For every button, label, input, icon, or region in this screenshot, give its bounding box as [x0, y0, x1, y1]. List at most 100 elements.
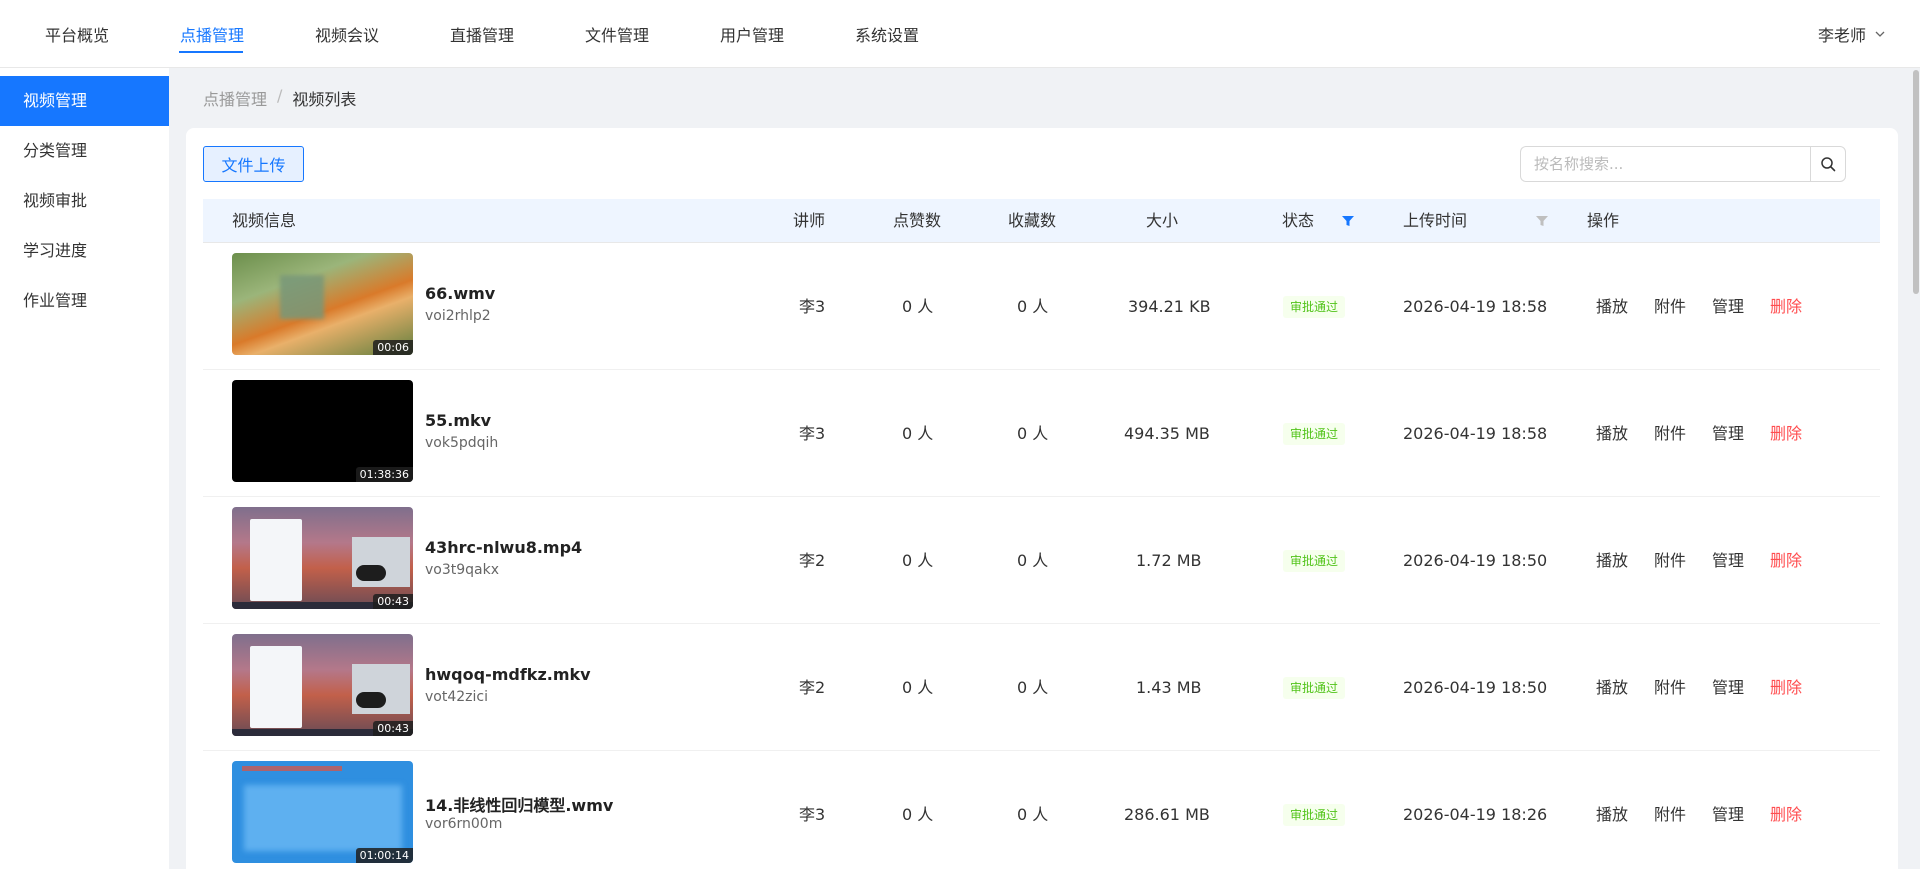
upload-time-cell: 2026-04-19 18:50 [1403, 551, 1548, 570]
car-shape [356, 692, 386, 708]
video-duration: 01:00:14 [355, 848, 413, 863]
status-badge: 审批通过 [1283, 296, 1346, 318]
video-id: vok5pdqih [425, 435, 499, 451]
table-row: 01:00:14 14.非线性回归模型.wmv vor6rn00m 李3 0 人… [203, 751, 1880, 869]
video-id: vor6rn00m [425, 816, 503, 832]
attachment-button[interactable]: 附件 [1654, 370, 1686, 497]
video-name: 66.wmv [425, 284, 496, 303]
play-button[interactable]: 播放 [1596, 497, 1628, 624]
video-name: 14.非线性回归模型.wmv [425, 796, 614, 815]
delete-button[interactable]: 删除 [1770, 370, 1802, 497]
table-row: 00:43 43hrc-nlwu8.mp4 vo3t9qakx 李2 0 人 0… [203, 497, 1880, 624]
nav-item-meeting[interactable]: 视频会议 [314, 0, 449, 68]
nav-item-users[interactable]: 用户管理 [719, 0, 854, 68]
delete-button[interactable]: 删除 [1770, 243, 1802, 370]
sidebar-item-homework[interactable]: 作业管理 [0, 276, 169, 326]
breadcrumb-parent[interactable]: 点播管理 [203, 86, 267, 110]
screen-window [250, 519, 302, 601]
upload-time-cell: 2026-04-19 18:58 [1403, 297, 1548, 316]
manage-button[interactable]: 管理 [1712, 497, 1744, 624]
header-video-info: 视频信息 [232, 211, 297, 230]
upload-file-button[interactable]: 文件上传 [203, 146, 304, 182]
attachment-button[interactable]: 附件 [1654, 751, 1686, 869]
scrollbar-thumb[interactable] [1913, 70, 1919, 294]
manage-button[interactable]: 管理 [1712, 370, 1744, 497]
delete-button[interactable]: 删除 [1770, 497, 1802, 624]
play-button[interactable]: 播放 [1596, 751, 1628, 869]
screen-window [250, 646, 302, 728]
search-box [1520, 146, 1850, 182]
status-badge: 审批通过 [1283, 423, 1346, 445]
video-id: vot42zici [425, 689, 488, 705]
manage-button[interactable]: 管理 [1712, 243, 1744, 370]
nav-label: 平台概览 [45, 26, 110, 45]
video-thumbnail[interactable]: 00:06 [232, 253, 413, 355]
video-thumbnail[interactable]: 01:00:14 [232, 761, 413, 863]
status-filter-icon[interactable] [1342, 215, 1354, 227]
nav-item-settings[interactable]: 系统设置 [854, 0, 989, 68]
video-thumbnail[interactable]: 01:38:36 [232, 380, 413, 482]
nav-item-overview[interactable]: 平台概览 [44, 0, 179, 68]
breadcrumb-separator: / [277, 86, 283, 105]
time-filter-icon[interactable] [1536, 215, 1548, 227]
video-duration: 00:43 [373, 594, 413, 609]
video-thumbnail[interactable]: 00:43 [232, 634, 413, 736]
sidebar: 视频管理 分类管理 视频审批 学习进度 作业管理 [0, 68, 169, 869]
likes-cell: 0 人 [902, 424, 934, 443]
video-name: hwqoq-mdfkz.mkv [425, 665, 591, 684]
delete-button[interactable]: 删除 [1770, 624, 1802, 751]
video-id: vo3t9qakx [425, 562, 500, 578]
manage-button[interactable]: 管理 [1712, 624, 1744, 751]
nav-label: 用户管理 [720, 26, 785, 45]
manage-button[interactable]: 管理 [1712, 751, 1744, 869]
video-list-card: 文件上传 视频信息 讲师 点赞数 收藏数 大小 状态 上传时间 操作 00:06… [186, 128, 1898, 869]
sidebar-item-progress[interactable]: 学习进度 [0, 226, 169, 276]
nav-item-vod[interactable]: 点播管理 [179, 0, 314, 68]
size-cell: 1.72 MB [1136, 551, 1202, 570]
page-scrollbar[interactable] [1912, 68, 1920, 869]
attachment-button[interactable]: 附件 [1654, 243, 1686, 370]
video-name: 43hrc-nlwu8.mp4 [425, 538, 583, 557]
breadcrumb-current: 视频列表 [292, 90, 357, 109]
breadcrumb: 点播管理 / 视频列表 [203, 86, 356, 110]
play-button[interactable]: 播放 [1596, 243, 1628, 370]
play-button[interactable]: 播放 [1596, 370, 1628, 497]
table-header: 视频信息 讲师 点赞数 收藏数 大小 状态 上传时间 操作 [203, 199, 1880, 243]
status-badge: 审批通过 [1283, 550, 1346, 572]
sidebar-item-video-manage[interactable]: 视频管理 [0, 76, 169, 126]
favorites-cell: 0 人 [1017, 805, 1049, 824]
header-upload-time: 上传时间 [1403, 211, 1468, 230]
upload-time-cell: 2026-04-19 18:58 [1403, 424, 1548, 443]
size-cell: 394.21 KB [1128, 297, 1211, 316]
header-status: 状态 [1282, 211, 1315, 230]
nav-item-live[interactable]: 直播管理 [449, 0, 584, 68]
likes-cell: 0 人 [902, 297, 934, 316]
upload-time-cell: 2026-04-19 18:50 [1403, 678, 1548, 697]
video-duration: 00:06 [373, 340, 413, 355]
play-button[interactable]: 播放 [1596, 624, 1628, 751]
favorites-cell: 0 人 [1017, 297, 1049, 316]
favorites-cell: 0 人 [1017, 424, 1049, 443]
nav-label: 视频会议 [315, 26, 380, 45]
nav-item-files[interactable]: 文件管理 [584, 0, 719, 68]
search-button[interactable] [1810, 146, 1846, 182]
table-row: 00:06 66.wmv voi2rhlp2 李3 0 人 0 人 394.21… [203, 243, 1880, 370]
likes-cell: 0 人 [902, 551, 934, 570]
header-likes: 点赞数 [893, 211, 942, 230]
attachment-button[interactable]: 附件 [1654, 497, 1686, 624]
header-teacher: 讲师 [793, 211, 826, 230]
sidebar-item-category[interactable]: 分类管理 [0, 126, 169, 176]
blurred-region [280, 275, 324, 319]
nav-label: 直播管理 [450, 26, 515, 45]
attachment-button[interactable]: 附件 [1654, 624, 1686, 751]
header-size: 大小 [1146, 211, 1179, 230]
delete-button[interactable]: 删除 [1770, 751, 1802, 869]
car-shape [356, 565, 386, 581]
search-input[interactable] [1520, 146, 1810, 182]
sidebar-item-approval[interactable]: 视频审批 [0, 176, 169, 226]
user-menu[interactable]: 李老师 [1818, 22, 1886, 46]
teacher-cell: 李2 [799, 551, 826, 570]
video-thumbnail[interactable]: 00:43 [232, 507, 413, 609]
table-row: 00:43 hwqoq-mdfkz.mkv vot42zici 李2 0 人 0… [203, 624, 1880, 751]
nav-label: 系统设置 [855, 26, 920, 45]
